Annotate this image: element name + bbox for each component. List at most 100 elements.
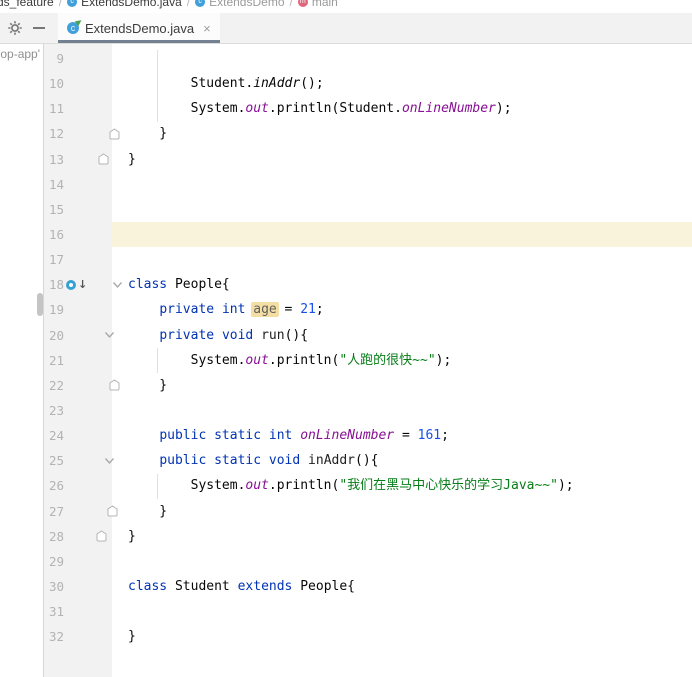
- gutter-icon-cell: [64, 147, 96, 172]
- code-line[interactable]: 14: [44, 172, 692, 197]
- code-line[interactable]: 18 ↓ class People{: [44, 272, 692, 297]
- line-number[interactable]: 30: [44, 579, 64, 594]
- gutter-icon-cell: [64, 499, 96, 524]
- code-line[interactable]: 23: [44, 398, 692, 423]
- code-line[interactable]: 16: [44, 221, 692, 248]
- code-line[interactable]: 31: [44, 599, 692, 624]
- code-text: public static int onLineNumber = 161;: [159, 428, 449, 444]
- breadcrumb-separator: /: [58, 0, 63, 9]
- code-line[interactable]: 25 public static void inAddr(){: [44, 448, 692, 473]
- line-number[interactable]: 10: [44, 76, 64, 91]
- fold-collapse-icon[interactable]: [112, 281, 123, 289]
- breadcrumb-label: ds_feature: [0, 0, 54, 9]
- line-number[interactable]: 29: [44, 554, 64, 569]
- class-icon: c: [67, 0, 78, 7]
- breadcrumb-separator: /: [289, 0, 293, 9]
- line-number[interactable]: 21: [44, 353, 64, 368]
- code-line[interactable]: 22 }: [44, 373, 692, 398]
- code-line[interactable]: 10 Student.inAddr();: [44, 71, 692, 96]
- gutter-icon-cell: [64, 222, 96, 247]
- fold-cell: [96, 423, 128, 448]
- breadcrumb-label: ExtendsDemo.java: [81, 0, 182, 9]
- tab-extendsdemo-java[interactable]: c ExtendsDemo.java ×: [58, 13, 220, 43]
- breadcrumb-item-method[interactable]: m main: [297, 0, 338, 9]
- project-panel[interactable]: op-app': [0, 44, 43, 677]
- run-arrow-icon: [74, 17, 84, 27]
- line-number[interactable]: 22: [44, 378, 64, 393]
- code-line[interactable]: 26 System.out.println("我们在黑马中心快乐的学习Java~…: [44, 473, 692, 498]
- subclassed-class-icon[interactable]: ↓: [66, 279, 87, 290]
- breadcrumb-item-ds-feature[interactable]: ds_feature: [0, 0, 54, 9]
- fold-cell: [96, 71, 128, 96]
- project-tree-item[interactable]: op-app': [0, 47, 40, 61]
- code-text: class People{: [128, 277, 230, 293]
- fold-end-icon[interactable]: [107, 505, 118, 517]
- gutter-icon-cell: [64, 121, 96, 146]
- code-line[interactable]: 21 System.out.println("人跑的很快~~");: [44, 348, 692, 373]
- fold-cell: [96, 197, 128, 222]
- line-number[interactable]: 16: [44, 227, 64, 242]
- code-line[interactable]: 15: [44, 197, 692, 222]
- fold-cell: [96, 549, 128, 574]
- line-number[interactable]: 32: [44, 629, 64, 644]
- code-line[interactable]: 13}: [44, 147, 692, 172]
- line-number[interactable]: 28: [44, 529, 64, 544]
- code-line[interactable]: 24 public static int onLineNumber = 161;: [44, 423, 692, 448]
- line-number[interactable]: 27: [44, 504, 64, 519]
- fold-cell: [96, 348, 128, 373]
- breadcrumb-item-class[interactable]: c ExtendsDemo: [195, 0, 285, 9]
- line-number[interactable]: 31: [44, 604, 64, 619]
- fold-cell: [96, 599, 128, 624]
- fold-cell: [96, 121, 128, 146]
- fold-cell: [96, 499, 128, 524]
- code-line[interactable]: 32}: [44, 624, 692, 649]
- gutter-icon-cell: [64, 448, 96, 473]
- line-number[interactable]: 13: [44, 152, 64, 167]
- code-line[interactable]: 30 class Student extends People{: [44, 574, 692, 599]
- code-line[interactable]: 12 }: [44, 121, 692, 146]
- code-text: }: [128, 377, 168, 393]
- line-number[interactable]: 17: [44, 252, 64, 267]
- code-text: Student.inAddr();: [128, 76, 324, 92]
- fold-end-icon[interactable]: [96, 530, 107, 542]
- fold-end-icon[interactable]: [109, 128, 120, 140]
- hide-panel-icon[interactable]: [33, 27, 45, 29]
- code-text: System.out.println(Student.onLineNumber)…: [128, 101, 512, 117]
- code-line[interactable]: 9: [44, 46, 692, 71]
- line-number[interactable]: 25: [44, 453, 64, 468]
- gutter-icon-cell: [64, 574, 96, 599]
- gutter-icon-cell: [64, 348, 96, 373]
- line-number[interactable]: 26: [44, 478, 64, 493]
- code-line[interactable]: 11 System.out.println(Student.onLineNumb…: [44, 96, 692, 121]
- fold-cell: [96, 222, 128, 247]
- fold-cell: [96, 624, 128, 649]
- code-line[interactable]: 20 private void run(){: [44, 323, 692, 348]
- ide-window: ds_feature / c ExtendsDemo.java / c Exte…: [0, 0, 692, 677]
- line-number[interactable]: 15: [44, 202, 64, 217]
- breadcrumb-item-file[interactable]: c ExtendsDemo.java: [67, 0, 182, 9]
- fold-cell: [96, 272, 128, 297]
- line-number[interactable]: 18: [44, 277, 64, 292]
- line-number[interactable]: 20: [44, 328, 64, 343]
- fold-end-icon[interactable]: [109, 379, 120, 391]
- line-number[interactable]: 19: [44, 302, 64, 317]
- line-number[interactable]: 14: [44, 177, 64, 192]
- line-number[interactable]: 11: [44, 101, 64, 116]
- close-icon[interactable]: ×: [203, 22, 211, 35]
- fold-end-icon[interactable]: [98, 153, 109, 165]
- line-number[interactable]: 12: [44, 126, 64, 141]
- line-number[interactable]: 24: [44, 428, 64, 443]
- code-line[interactable]: 29: [44, 549, 692, 574]
- code-line[interactable]: 19 private int age = 21;: [44, 297, 692, 322]
- gear-icon[interactable]: [7, 20, 23, 36]
- line-number[interactable]: 9: [44, 51, 64, 66]
- fold-collapse-icon[interactable]: [104, 457, 115, 465]
- fold-collapse-icon[interactable]: [104, 331, 115, 339]
- line-number[interactable]: 23: [44, 403, 64, 418]
- fold-cell: [96, 473, 128, 498]
- code-editor[interactable]: 9 10 Student.inAddr(); 11 System.out.print…: [44, 44, 692, 677]
- code-line[interactable]: 28}: [44, 524, 692, 549]
- code-line[interactable]: 17: [44, 247, 692, 272]
- code-line[interactable]: 27 }: [44, 499, 692, 524]
- code-text: public static void inAddr(){: [159, 453, 379, 469]
